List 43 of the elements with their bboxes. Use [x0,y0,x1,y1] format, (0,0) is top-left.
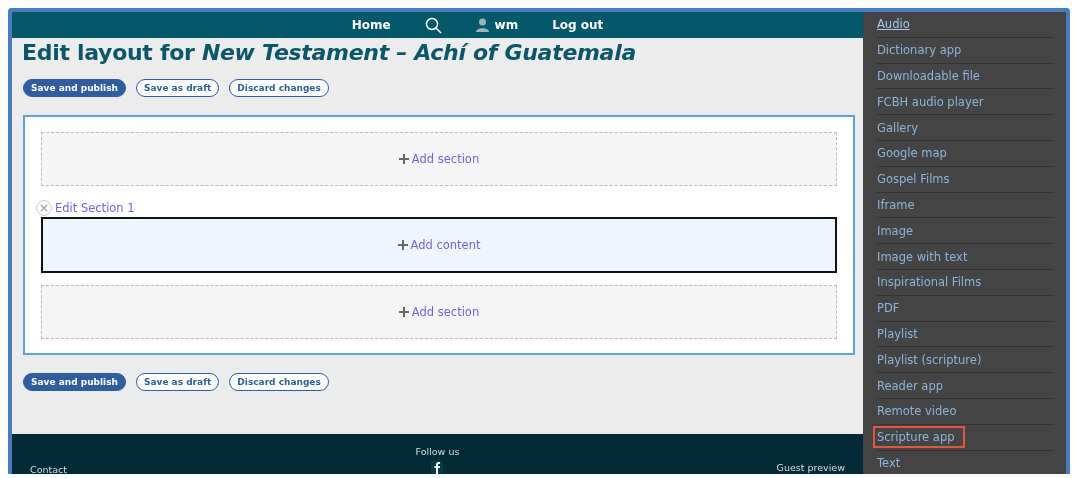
sidebar-item[interactable]: Downloadable file [873,65,990,87]
sidebar-item[interactable]: Remote video [873,400,967,423]
sidebar-item[interactable]: Image [873,219,924,242]
add-content-link[interactable]: Add content [397,238,481,252]
action-button[interactable]: Save as draft [135,373,220,391]
sidebar-item[interactable]: Gallery [873,116,928,139]
add-section-link[interactable]: Add section [398,305,480,319]
search-button[interactable] [424,16,442,34]
user-menu[interactable]: wm [475,18,519,32]
add-section-link[interactable]: Add section [398,152,480,166]
nav-link[interactable]: Log out [552,18,604,32]
sidebar-item[interactable]: Reader app [873,374,953,397]
sidebar-item[interactable]: Image with text [873,245,978,268]
sidebar-item[interactable]: Audio [873,13,920,36]
user-icon [475,18,489,32]
sidebar-item[interactable]: Scripture app [873,426,965,449]
plus-icon [398,154,409,164]
action-button[interactable]: Discard changes [229,79,329,97]
action-button[interactable]: Save as draft [135,79,220,97]
search-icon [424,16,442,34]
sidebar-item[interactable]: Playlist [873,322,928,345]
action-button[interactable]: Save and publish [23,79,126,97]
sidebar-item[interactable]: Inspirational Films [873,271,992,294]
edit-section-link[interactable]: Edit Section 1 [55,201,135,215]
plus-icon [397,240,408,250]
sidebar-item[interactable]: FCBH audio player [873,90,994,113]
page-title: Edit layout for New Testament – Achí of Guatemala [22,40,637,65]
action-button[interactable]: Discard changes [229,373,329,391]
facebook-icon[interactable] [431,461,444,474]
sidebar-item[interactable]: Iframe [873,193,925,216]
sidebar-item[interactable]: Text [873,451,911,474]
follow-label: Follow us [415,446,460,457]
action-button[interactable]: Save and publish [23,373,126,391]
contact-link[interactable]: Contact [30,464,67,474]
sidebar-item[interactable]: Gospel Films [873,168,960,191]
close-icon [40,204,48,212]
sidebar-item[interactable]: PDF [873,297,910,320]
guest-preview-link[interactable]: Guest preview [776,462,845,474]
nav-link[interactable]: Home [351,18,391,32]
sidebar-item[interactable]: Dictionary app [873,39,972,62]
sidebar-item[interactable]: Playlist (scripture) [873,348,992,371]
sidebar-item[interactable]: Google map [873,142,957,165]
plus-icon [398,307,409,317]
